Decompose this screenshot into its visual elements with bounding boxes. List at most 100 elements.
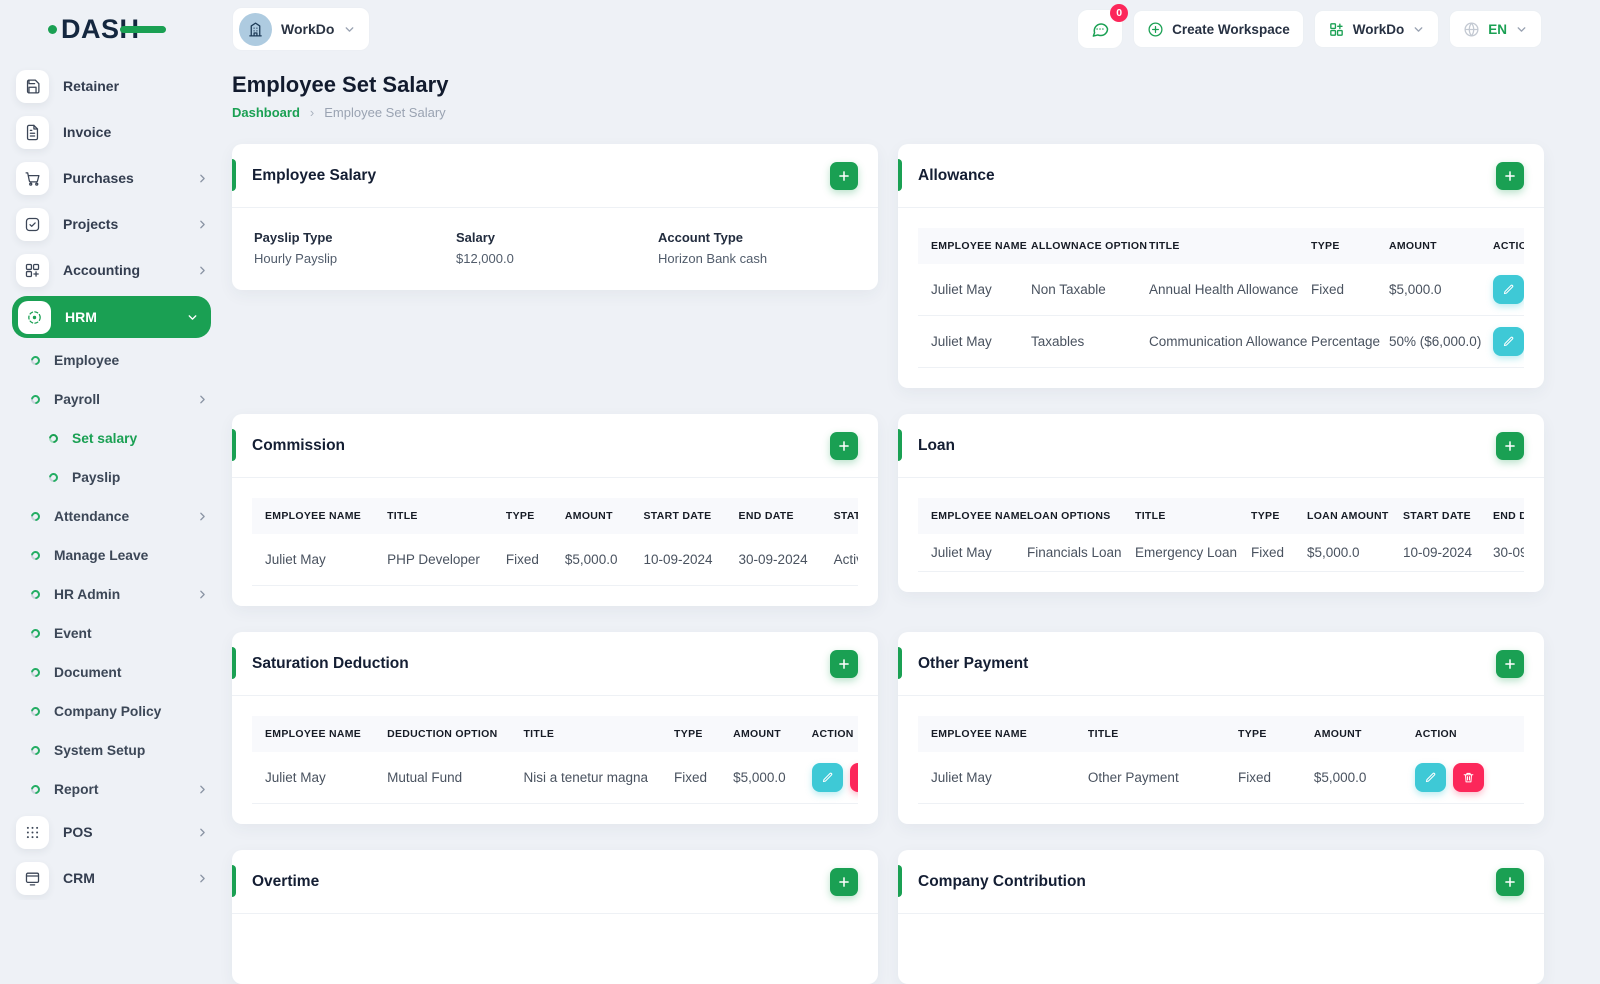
data-table: EMPLOYEE NAME ALLOWNACE OPTION TITLE TYPE AM… xyxy=(918,228,1524,369)
sidebar-item-label: CRM xyxy=(63,870,95,886)
sidebar-item-payslip[interactable]: Payslip xyxy=(0,458,225,497)
add-button[interactable] xyxy=(830,431,858,460)
field-value: Horizon Bank cash xyxy=(658,251,768,267)
sidebar-item-invoice[interactable]: Invoice xyxy=(0,109,225,155)
sidebar-item-manage-leave[interactable]: Manage Leave xyxy=(0,536,225,575)
field-value: $12,000.0 xyxy=(456,251,514,267)
sidebar-item-projects[interactable]: Projects xyxy=(0,201,225,247)
add-button[interactable] xyxy=(830,649,858,678)
edit-button[interactable] xyxy=(811,763,843,793)
topbar: DASH WorkDo 0 Create Workspace WorkDo EN xyxy=(0,0,1600,58)
sidebar-item-label: Payslip xyxy=(72,470,121,485)
data-table: EMPLOYEE NAME DEDUCTION OPTION TITLE TYPE AM… xyxy=(252,716,858,805)
card-title: Saturation Deduction xyxy=(252,654,409,672)
table-row: Juliet May Taxables Communication Allowanc… xyxy=(918,315,1524,369)
trash-icon xyxy=(1463,773,1474,783)
column-header: EMPLOYEE NAME xyxy=(252,716,375,753)
add-button[interactable] xyxy=(1496,431,1524,460)
crm-icon xyxy=(16,861,49,895)
create-workspace-button[interactable]: Create Workspace xyxy=(1133,10,1304,48)
column-header: AMOUNT xyxy=(1300,716,1402,753)
sidebar-item-payroll[interactable]: Payroll xyxy=(0,380,225,419)
breadcrumb: Dashboard › Employee Set Salary xyxy=(232,105,1544,120)
sidebar-item-hr-admin[interactable]: HR Admin xyxy=(0,575,225,614)
sidebar-item-label: POS xyxy=(63,824,93,840)
page-title: Employee Set Salary xyxy=(232,72,449,97)
chevron-right-icon xyxy=(196,872,209,885)
chevron-down-icon xyxy=(343,23,356,36)
app-logo[interactable]: DASH xyxy=(0,15,232,43)
sidebar-item-document[interactable]: Document xyxy=(0,653,225,692)
sidebar-item-retainer[interactable]: Retainer xyxy=(0,63,225,109)
workdo-menu-label: WorkDo xyxy=(1352,21,1405,37)
workdo-menu-button[interactable]: WorkDo xyxy=(1313,10,1440,48)
column-header: END DATE xyxy=(725,498,821,535)
building-icon xyxy=(239,12,272,46)
sidebar-item-label: Set salary xyxy=(72,431,138,446)
add-button[interactable] xyxy=(830,867,858,896)
table-cell: Juliet May xyxy=(918,752,1075,805)
language-label: EN xyxy=(1488,21,1507,37)
messages-button[interactable]: 0 xyxy=(1077,4,1129,49)
sidebar-item-label: System Setup xyxy=(54,743,146,758)
table-cell: $5,000.0 xyxy=(720,752,799,805)
topbar-actions: 0 Create Workspace WorkDo EN xyxy=(1077,4,1600,49)
sidebar-item-label: Event xyxy=(54,626,92,641)
delete-button[interactable] xyxy=(1452,763,1484,793)
commission-card: Commission EMPLOYEE NAME TITLE TYPE AMOUNT S… xyxy=(232,414,878,607)
sidebar-item-company-policy[interactable]: Company Policy xyxy=(0,692,225,731)
field: Account Type Horizon Bank cash xyxy=(658,230,856,266)
sidebar-item-event[interactable]: Event xyxy=(0,614,225,653)
workspace-switcher[interactable]: WorkDo xyxy=(232,7,371,51)
delete-button[interactable] xyxy=(849,763,858,793)
add-button[interactable] xyxy=(1496,649,1524,678)
accounting-icon xyxy=(16,253,49,287)
sidebar-item-label: Payroll xyxy=(54,392,101,407)
sidebar-item-crm[interactable]: CRM xyxy=(0,855,225,900)
add-button[interactable] xyxy=(1496,161,1524,190)
bullet-icon xyxy=(29,588,42,601)
table-cell: Fixed xyxy=(1298,264,1376,317)
edit-button[interactable] xyxy=(1414,763,1446,793)
column-header: TYPE xyxy=(1238,498,1294,535)
table-cell: Juliet May xyxy=(252,752,375,805)
add-button[interactable] xyxy=(1496,867,1524,896)
add-button[interactable] xyxy=(830,161,858,190)
table-cell: $5,000.0 xyxy=(1294,534,1390,573)
column-header: TYPE xyxy=(1225,716,1301,753)
sidebar-item-hrm[interactable]: HRM xyxy=(12,296,211,338)
sidebar-item-purchases[interactable]: Purchases xyxy=(0,155,225,201)
sidebar-item-pos[interactable]: POS xyxy=(0,809,225,855)
sidebar-item-accounting[interactable]: Accounting xyxy=(0,247,225,293)
allowance-card: Allowance EMPLOYEE NAME ALLOWNACE OPTION T… xyxy=(898,144,1544,389)
edit-button[interactable] xyxy=(1493,275,1524,305)
edit-button[interactable] xyxy=(1493,327,1524,357)
breadcrumb-dashboard-link[interactable]: Dashboard xyxy=(232,105,300,120)
column-header: TITLE xyxy=(1122,498,1238,535)
employee-salary-card: Employee Salary Payslip Type Hourly Paysl… xyxy=(232,144,878,291)
sidebar-item-label: Report xyxy=(54,782,99,797)
sidebar-item-attendance[interactable]: Attendance xyxy=(0,497,225,536)
card-title: Allowance xyxy=(918,166,995,184)
pencil-icon xyxy=(1503,285,1514,295)
pencil-icon xyxy=(1503,337,1514,347)
allowance-table: EMPLOYEE NAME ALLOWNACE OPTION TITLE TYPE AM… xyxy=(918,228,1524,369)
column-header: EMPLOYEE NAME xyxy=(918,716,1075,753)
column-header: START DATE xyxy=(1390,498,1480,535)
table-cell: PHP Developer xyxy=(374,534,493,587)
sidebar-item-employee[interactable]: Employee xyxy=(0,341,225,380)
sidebar-item-system-setup[interactable]: System Setup xyxy=(0,731,225,770)
table-cell: Communication Allowance xyxy=(1136,315,1307,369)
table-cell: 10-09-2024 xyxy=(630,534,726,587)
column-header: ACTION xyxy=(1401,716,1524,753)
sidebar-item-report[interactable]: Report xyxy=(0,770,225,809)
saturation-deduction-table: EMPLOYEE NAME DEDUCTION OPTION TITLE TYPE AM… xyxy=(252,716,858,805)
language-button[interactable]: EN xyxy=(1449,10,1542,48)
plus-circle-icon xyxy=(1147,21,1164,38)
column-header: EMPLOYEE NAME xyxy=(918,228,1027,265)
workdo-grid-icon xyxy=(1328,21,1345,38)
sidebar-item-set-salary[interactable]: Set salary xyxy=(0,419,225,458)
column-header: AMOUNT xyxy=(551,498,631,535)
saturation-deduction-card: Saturation Deduction EMPLOYEE NAME DEDUCT… xyxy=(232,632,878,825)
table-row: Juliet May Financials Loan Emergency Loan F… xyxy=(918,534,1524,573)
